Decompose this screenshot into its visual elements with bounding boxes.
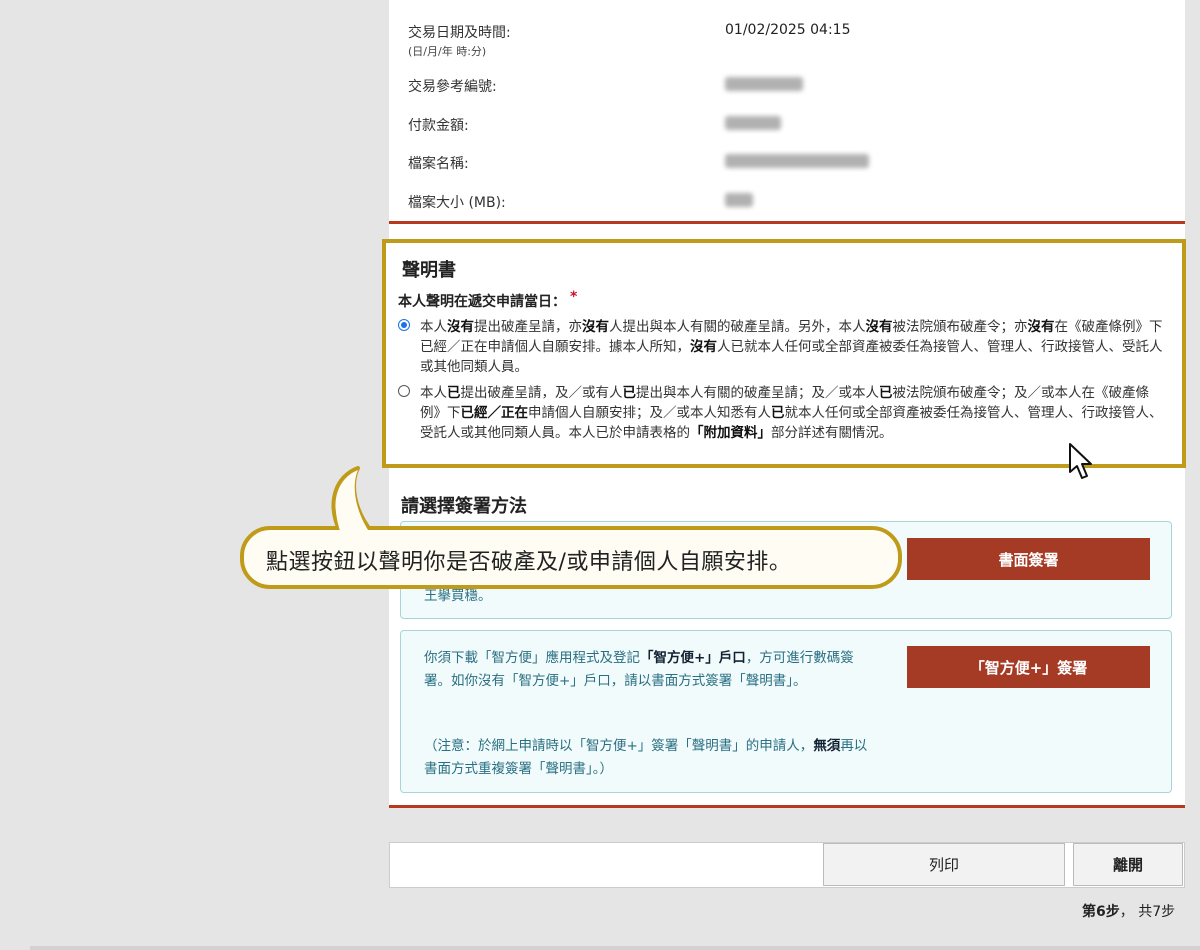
section-divider-bottom: [389, 805, 1185, 808]
declaration-title: 聲明書: [402, 260, 456, 281]
radio-not-bankrupt[interactable]: [398, 319, 410, 331]
option-not-bankrupt-text: 本人沒有提出破產呈請，亦沒有人提出與本人有關的破產呈請。另外，本人沒有被法院頒布…: [420, 319, 1163, 375]
option-bankrupt-text: 本人已提出破產呈請，及／或有人已提出與本人有關的破產呈請；及／或本人已被法院頒布…: [420, 385, 1163, 441]
tutorial-callout: 點選按鈕以聲明你是否破產及/或申請個人自願安排。: [240, 526, 902, 589]
transaction-date-value: 01/02/2025 04:15: [725, 22, 851, 38]
transaction-date-label: 交易日期及時間: (日/月/年 時:分): [408, 25, 511, 58]
section-divider-top: [389, 221, 1185, 224]
mouse-pointer-icon: [1069, 443, 1092, 479]
leave-button[interactable]: 離開: [1073, 843, 1183, 886]
step-indicator: 第6步， 共7步: [1082, 904, 1176, 920]
file-size-label: 檔案大小 (MB):: [408, 195, 506, 211]
callout-tail: [331, 466, 374, 534]
iam-smart-sign-button[interactable]: 「智方便+」簽署: [907, 646, 1150, 688]
radio-bankrupt[interactable]: [398, 385, 410, 397]
callout-text: 點選按鈕以聲明你是否破產及/或申請個人自願安排。: [266, 550, 792, 575]
print-button[interactable]: 列印: [823, 843, 1065, 886]
file-name-value-redacted: [725, 154, 869, 172]
required-mark: *: [570, 289, 578, 305]
iam-smart-instructions: 你須下載「智方便」應用程式及登記「智方便+」戶口，方可進行數碼簽署。如你沒有「智…: [424, 650, 854, 689]
paper-sign-button[interactable]: 書面簽署: [907, 538, 1150, 580]
file-name-label: 檔案名稱:: [408, 156, 469, 172]
iam-smart-note: （注意：於網上申請時以「智方便+」簽署「聲明書」的申請人，無須再以書面方式重複簽…: [424, 738, 868, 777]
iam-smart-sign-box: 你須下載「智方便」應用程式及登記「智方便+」戶口，方可進行數碼簽署。如你沒有「智…: [400, 630, 1172, 793]
payment-amount-label: 付款金額:: [408, 118, 469, 134]
payment-amount-value-redacted: [725, 116, 781, 134]
file-size-value-redacted: [725, 193, 753, 211]
date-format-hint: (日/月/年 時:分): [408, 45, 487, 58]
declaration-option-bankrupt[interactable]: 本人已提出破產呈請，及／或有人已提出與本人有關的破產呈請；及／或本人已被法院頒布…: [398, 383, 1168, 443]
declaration-question: 本人聲明在遞交申請當日： *: [398, 289, 578, 310]
declaration-option-not-bankrupt[interactable]: 本人沒有提出破產呈請，亦沒有人提出與本人有關的破產呈請。另外，本人沒有被法院頒布…: [398, 317, 1168, 377]
action-bar: [389, 842, 1185, 888]
transaction-ref-value-redacted: [725, 77, 803, 95]
transaction-ref-label: 交易參考編號:: [408, 79, 497, 95]
signing-method-title: 請選擇簽署方法: [401, 496, 527, 517]
declaration-section: 聲明書 本人聲明在遞交申請當日： * 本人沒有提出破產呈請，亦沒有人提出與本人有關…: [382, 239, 1186, 468]
footer-line: [30, 946, 1200, 950]
